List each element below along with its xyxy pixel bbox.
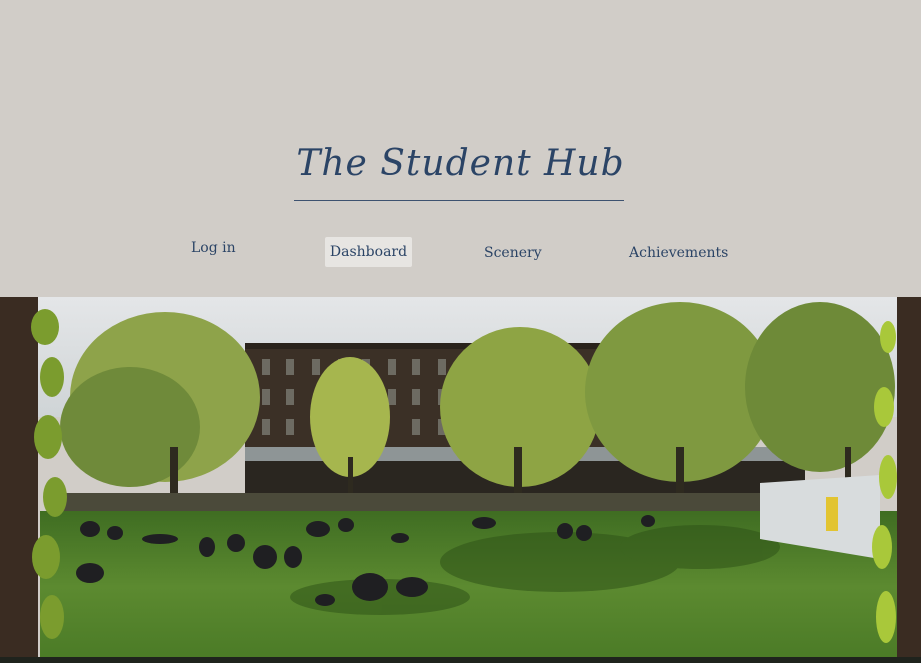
- nav-login[interactable]: Log in: [191, 240, 236, 256]
- site-title: The Student Hub: [296, 143, 625, 184]
- campus-scene: [0, 297, 921, 663]
- nav-dashboard[interactable]: Dashboard: [325, 237, 412, 267]
- site-header: The Student Hub Log in Dashboard Scenery…: [0, 0, 921, 297]
- hero-campus-image: [0, 297, 921, 663]
- nav-scenery[interactable]: Scenery: [484, 245, 542, 261]
- title-divider: [294, 200, 624, 201]
- nav-achievements[interactable]: Achievements: [629, 245, 728, 261]
